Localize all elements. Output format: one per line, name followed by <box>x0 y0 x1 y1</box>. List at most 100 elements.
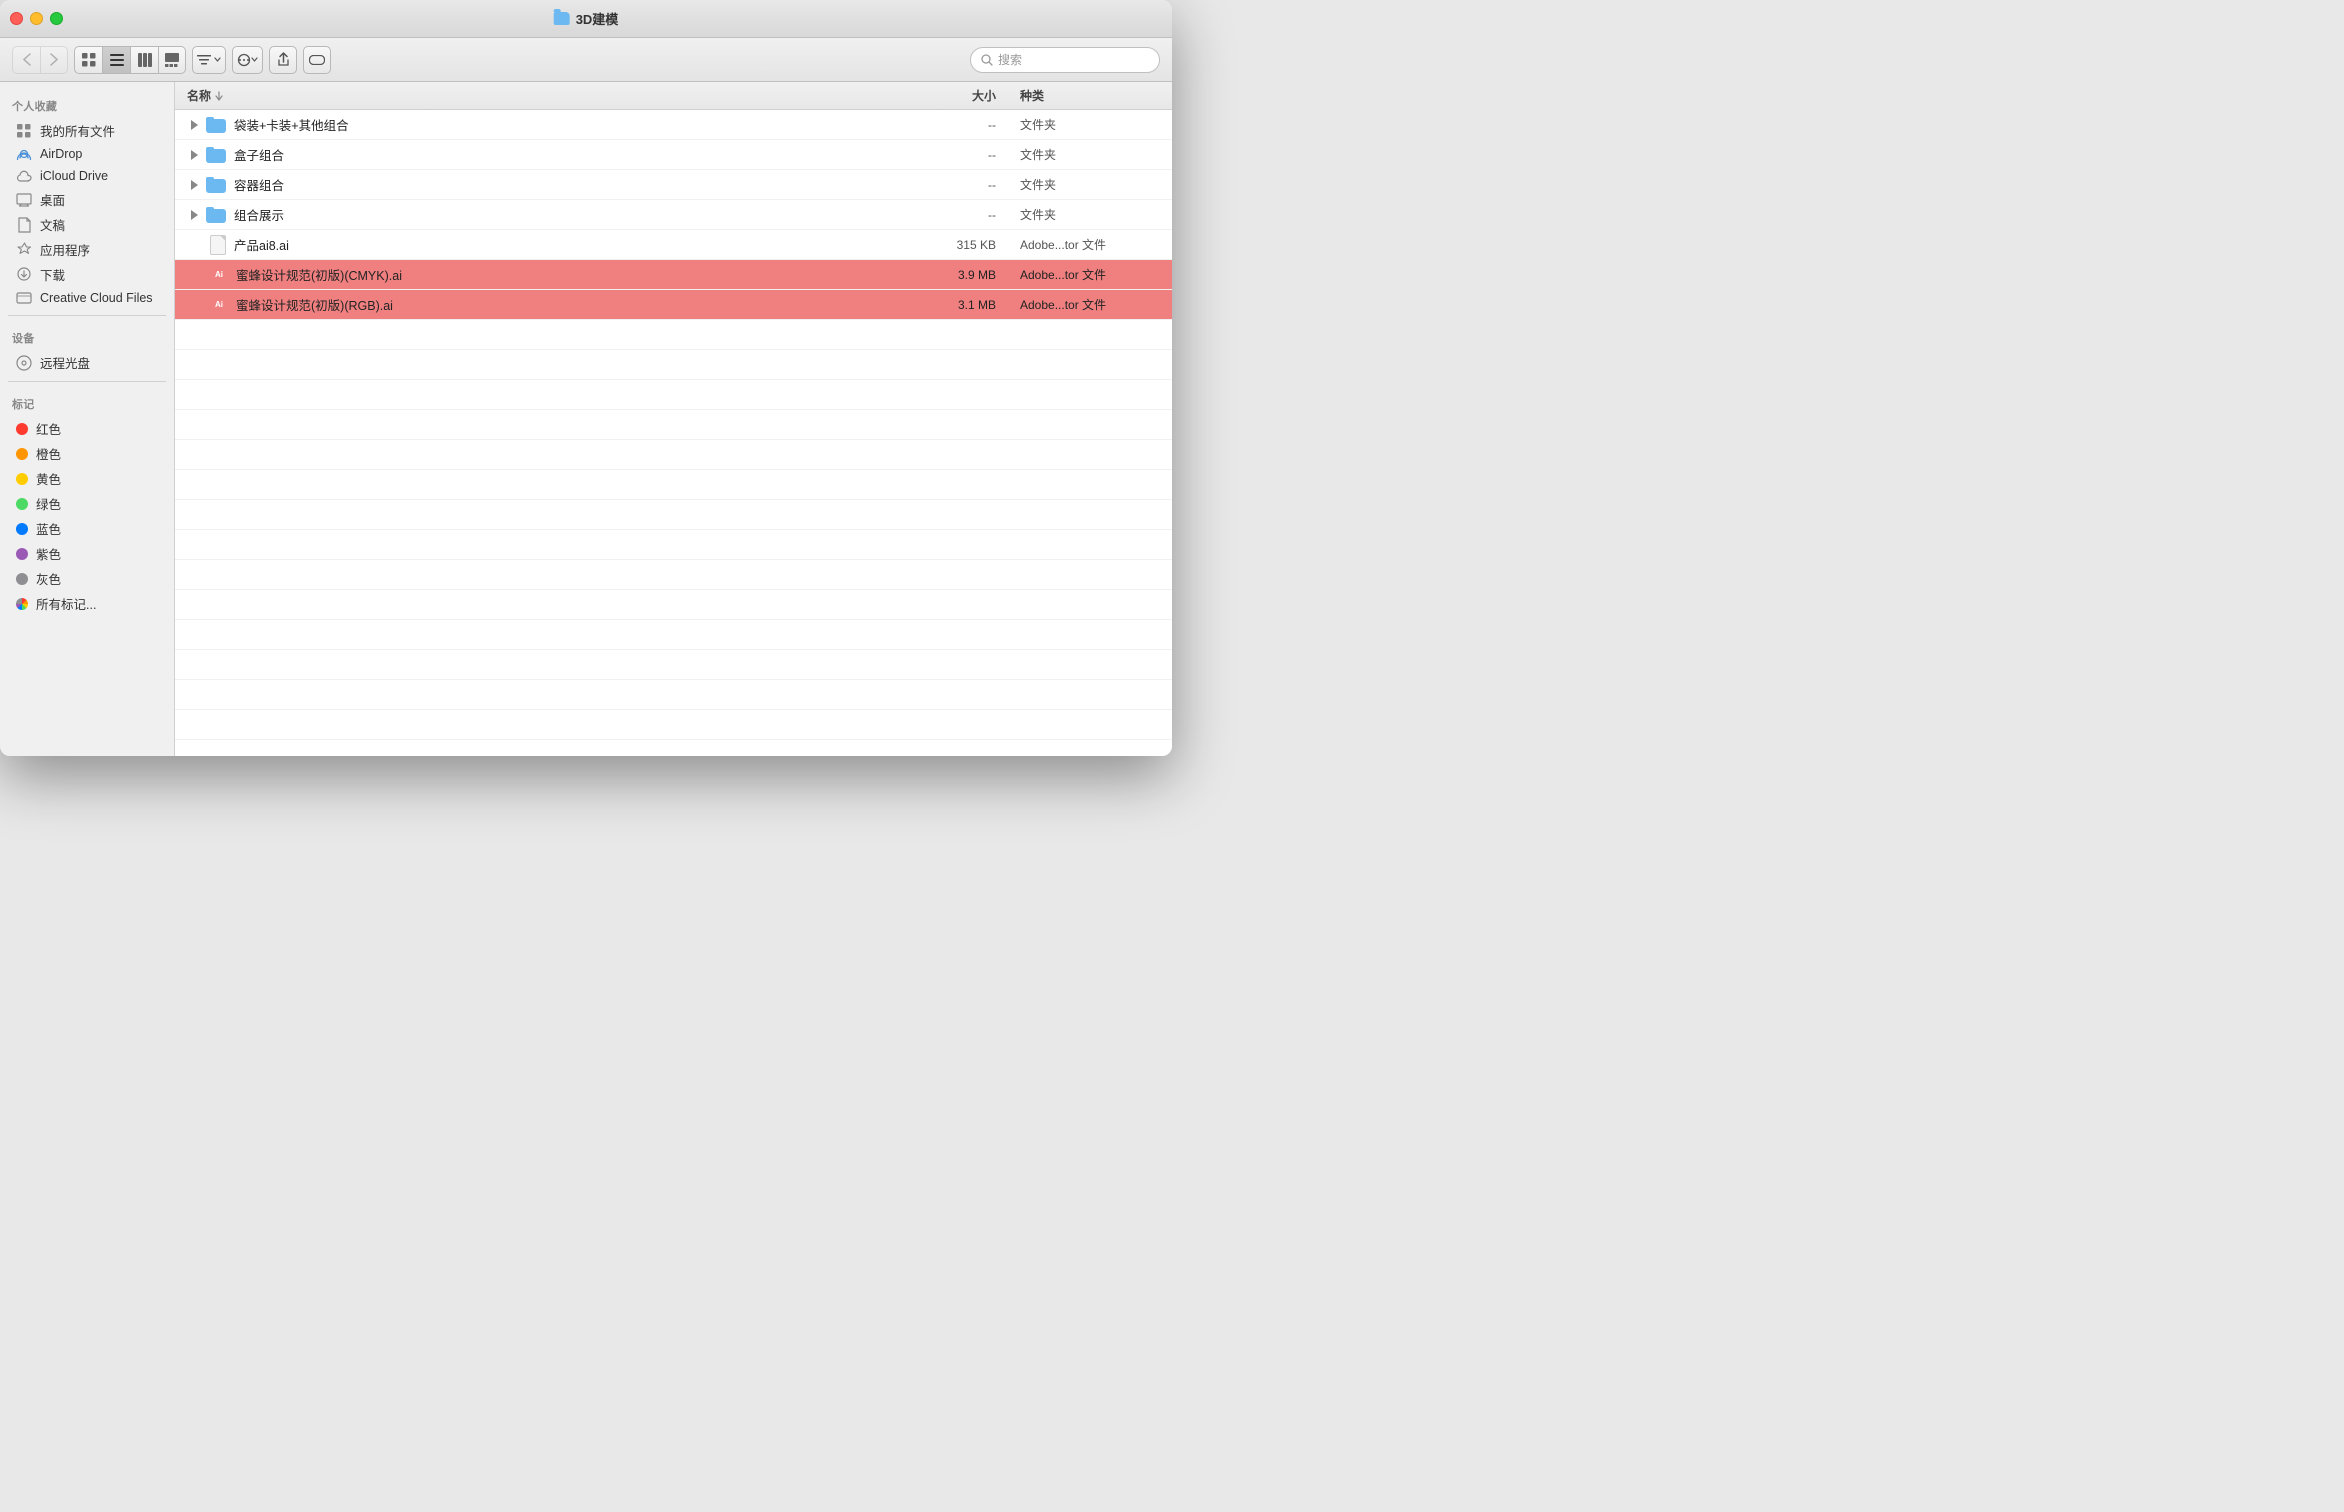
file-size: -- <box>912 178 1012 192</box>
sidebar-item-tag-orange[interactable]: 橙色 <box>4 441 170 466</box>
file-size: 315 KB <box>912 238 1012 252</box>
desktop-icon <box>16 192 32 208</box>
table-row-empty <box>175 320 1172 350</box>
table-row-empty <box>175 530 1172 560</box>
close-button[interactable] <box>10 12 23 25</box>
table-row-empty <box>175 650 1172 680</box>
file-size: -- <box>912 148 1012 162</box>
sidebar-item-dvd[interactable]: 远程光盘 <box>4 350 170 375</box>
tags-section-label: 标记 <box>0 388 174 416</box>
sidebar-item-icloud[interactable]: iCloud Drive <box>4 165 170 187</box>
grid-icon <box>16 123 32 139</box>
tag-dot-purple <box>16 548 28 560</box>
table-row[interactable]: Ai 蜜蜂设计规范(初版)(RGB).ai 3.1 MB Adobe...tor… <box>175 290 1172 320</box>
desktop-label: 桌面 <box>40 190 65 209</box>
col-kind-header: 种类 <box>1012 87 1172 104</box>
file-size: 3.1 MB <box>912 298 1012 312</box>
table-row-empty <box>175 560 1172 590</box>
airdrop-label: AirDrop <box>40 147 82 161</box>
devices-section-label: 设备 <box>0 322 174 350</box>
file-kind: Adobe...tor 文件 <box>1012 236 1172 253</box>
table-row[interactable]: 袋装+卡装+其他组合 -- 文件夹 <box>175 110 1172 140</box>
share-button[interactable] <box>269 46 297 74</box>
expand-icon <box>191 120 198 130</box>
table-row[interactable]: 组合展示 -- 文件夹 <box>175 200 1172 230</box>
sidebar-item-desktop[interactable]: 桌面 <box>4 187 170 212</box>
file-size: 3.9 MB <box>912 268 1012 282</box>
search-bar[interactable]: 搜索 <box>970 47 1160 73</box>
table-row[interactable]: 容器组合 -- 文件夹 <box>175 170 1172 200</box>
folder-icon <box>206 207 226 223</box>
gallery-view-button[interactable] <box>158 46 186 74</box>
airdrop-icon <box>16 146 32 162</box>
col-name-header[interactable]: 名称 <box>175 87 912 104</box>
table-row[interactable]: 盒子组合 -- 文件夹 <box>175 140 1172 170</box>
file-row-name: 盒子组合 <box>175 145 912 164</box>
tag-orange-label: 橙色 <box>36 444 61 463</box>
sidebar-item-tag-gray[interactable]: 灰色 <box>4 566 170 591</box>
sidebar-item-cc[interactable]: Creative Cloud Files <box>4 287 170 309</box>
sidebar-item-tag-yellow[interactable]: 黄色 <box>4 466 170 491</box>
file-list-header: 名称 大小 种类 <box>175 82 1172 110</box>
table-row-empty <box>175 710 1172 740</box>
icloud-label: iCloud Drive <box>40 169 108 183</box>
action-button[interactable] <box>232 46 263 74</box>
sidebar-item-documents[interactable]: 文稿 <box>4 212 170 237</box>
ai-file-icon: Ai <box>210 295 228 315</box>
table-row-empty <box>175 620 1172 650</box>
tag-blue-label: 蓝色 <box>36 519 61 538</box>
cloud-icon <box>16 168 32 184</box>
sort-button[interactable] <box>192 46 226 74</box>
all-tags-label: 所有标记... <box>36 594 96 613</box>
tag-yellow-label: 黄色 <box>36 469 61 488</box>
folder-icon <box>206 117 226 133</box>
search-placeholder: 搜索 <box>998 51 1022 68</box>
table-row-empty <box>175 440 1172 470</box>
col-size-header: 大小 <box>912 87 1012 104</box>
column-view-button[interactable] <box>130 46 158 74</box>
file-kind: Adobe...tor 文件 <box>1012 266 1172 283</box>
table-row-empty <box>175 740 1172 756</box>
sidebar-item-apps[interactable]: 应用程序 <box>4 237 170 262</box>
dvd-icon <box>16 355 32 371</box>
table-row-empty <box>175 500 1172 530</box>
file-list: 名称 大小 种类 袋装+卡装+其他组合 <box>175 82 1172 756</box>
sidebar-item-tag-purple[interactable]: 紫色 <box>4 541 170 566</box>
sidebar-item-all-tags[interactable]: 所有标记... <box>4 591 170 616</box>
tag-dot-orange <box>16 448 28 460</box>
forward-button[interactable] <box>40 46 68 74</box>
sidebar-separator-1 <box>8 315 166 316</box>
path-button[interactable] <box>303 46 331 74</box>
table-row[interactable]: Ai 蜜蜂设计规范(初版)(CMYK).ai 3.9 MB Adobe...to… <box>175 260 1172 290</box>
doc-file-icon <box>210 235 226 255</box>
sidebar-item-airdrop[interactable]: AirDrop <box>4 143 170 165</box>
table-row-empty <box>175 350 1172 380</box>
sidebar-item-all-files[interactable]: 我的所有文件 <box>4 118 170 143</box>
tag-dot-blue <box>16 523 28 535</box>
table-row-empty <box>175 590 1172 620</box>
expand-icon <box>191 180 198 190</box>
sidebar-item-tag-red[interactable]: 红色 <box>4 416 170 441</box>
minimize-button[interactable] <box>30 12 43 25</box>
view-buttons <box>74 46 186 74</box>
sidebar-item-tag-blue[interactable]: 蓝色 <box>4 516 170 541</box>
list-view-button[interactable] <box>102 46 130 74</box>
icon-view-button[interactable] <box>74 46 102 74</box>
apps-icon <box>16 242 32 258</box>
maximize-button[interactable] <box>50 12 63 25</box>
cc-label: Creative Cloud Files <box>40 291 153 305</box>
file-kind: 文件夹 <box>1012 146 1172 163</box>
tag-dot-all <box>16 598 28 610</box>
back-button[interactable] <box>12 46 40 74</box>
table-row-empty <box>175 470 1172 500</box>
file-kind: 文件夹 <box>1012 206 1172 223</box>
all-files-label: 我的所有文件 <box>40 121 115 140</box>
sidebar-item-tag-green[interactable]: 绿色 <box>4 491 170 516</box>
title-folder-icon <box>554 12 570 25</box>
file-size: -- <box>912 118 1012 132</box>
table-row[interactable]: 产品ai8.ai 315 KB Adobe...tor 文件 <box>175 230 1172 260</box>
dvd-label: 远程光盘 <box>40 353 90 372</box>
tag-dot-green <box>16 498 28 510</box>
sidebar-item-downloads[interactable]: 下载 <box>4 262 170 287</box>
toolbar: 搜索 <box>0 38 1172 82</box>
